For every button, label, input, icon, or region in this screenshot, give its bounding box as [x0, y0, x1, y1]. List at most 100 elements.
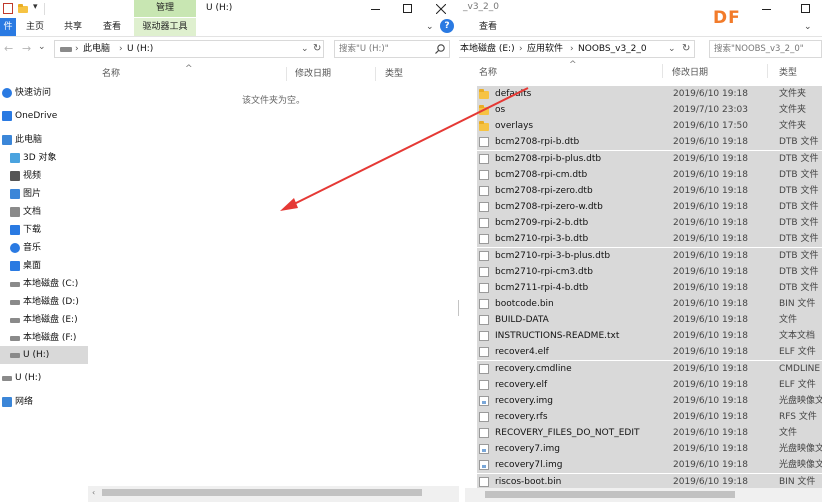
- scrollbar-thumb[interactable]: [485, 491, 735, 498]
- column-divider: [662, 64, 663, 78]
- watermark-logo: DF: [713, 8, 741, 28]
- search-input[interactable]: 搜索"U (H:)": [334, 40, 450, 58]
- scroll-left-icon[interactable]: ‹: [92, 488, 95, 497]
- tab-share[interactable]: 共享: [54, 18, 92, 36]
- column-header-name[interactable]: 名称: [102, 67, 120, 81]
- column-header-date[interactable]: 修改日期: [672, 66, 708, 80]
- maximize-button[interactable]: [789, 0, 822, 18]
- tab-drive-tools[interactable]: 驱动器工具: [134, 18, 196, 36]
- column-divider: [286, 67, 287, 81]
- file-modified-date: 2019/6/10 19:18: [673, 444, 748, 455]
- nav-item[interactable]: 本地磁盘 (C:): [0, 275, 88, 293]
- file-row[interactable]: recovery7l.img 2019/6/10 19:18 光盘映像文: [477, 457, 822, 474]
- file-row[interactable]: BUILD-DATA 2019/6/10 19:18 文件: [477, 312, 822, 329]
- nav-item[interactable]: 网络: [0, 393, 88, 411]
- nav-item[interactable]: 本地磁盘 (E:): [0, 311, 88, 329]
- ribbon-expand-icon[interactable]: ⌄: [426, 22, 434, 32]
- search-input[interactable]: 搜索"NOOBS_v3_2_0": [709, 40, 822, 58]
- refresh-icon[interactable]: ↻: [682, 41, 690, 57]
- file-icon: [479, 169, 489, 180]
- breadcrumb-this-pc[interactable]: 此电脑: [83, 41, 110, 57]
- nav-item[interactable]: 视频: [0, 167, 88, 185]
- file-modified-date: 2019/6/10 19:18: [673, 347, 748, 358]
- file-row[interactable]: bcm2709-rpi-2-b.dtb 2019/6/10 19:18 DTB 文件: [477, 215, 822, 232]
- file-type: BIN 文件: [779, 298, 816, 309]
- file-list-area[interactable]: ^ 名称 修改日期 类型 该文件夹为空。: [88, 64, 459, 486]
- file-row[interactable]: defaults 2019/6/10 19:18 文件夹: [477, 86, 822, 102]
- minimize-button[interactable]: [751, 0, 783, 18]
- file-row[interactable]: bcm2708-rpi-zero-w.dtb 2019/6/10 19:18 DTB…: [477, 199, 822, 216]
- address-bar[interactable]: 本地磁盘 (E:) › 应用软件 › NOOBS_v3_2_0 ⌄ ↻: [459, 40, 695, 58]
- file-row[interactable]: bcm2708-rpi-zero.dtb 2019/6/10 19:18 DTB 文…: [477, 182, 822, 199]
- file-modified-date: 2019/6/10 19:18: [673, 315, 748, 326]
- breadcrumb-noobs[interactable]: NOOBS_v3_2_0: [578, 41, 647, 57]
- back-arrow-icon[interactable]: ←: [4, 42, 13, 55]
- nav-item[interactable]: 文档: [0, 203, 88, 221]
- file-icon: [479, 298, 489, 309]
- file-row[interactable]: recovery.rfs 2019/6/10 19:18 RFS 文件: [477, 409, 822, 425]
- breadcrumb-u-drive[interactable]: U (H:): [127, 41, 153, 57]
- file-row[interactable]: bcm2708-rpi-cm.dtb 2019/6/10 19:18 DTB 文件: [477, 166, 822, 183]
- nav-item[interactable]: 本地磁盘 (D:): [0, 293, 88, 311]
- maximize-button[interactable]: [392, 0, 424, 18]
- column-header-name[interactable]: 名称: [479, 66, 497, 80]
- address-bar[interactable]: › 此电脑 › U (H:) ⌄ ↻: [54, 40, 324, 58]
- nav-item[interactable]: 图片: [0, 185, 88, 203]
- nav-item[interactable]: 下载: [0, 221, 88, 239]
- file-row[interactable]: recovery.cmdline 2019/6/10 19:18 CMDLINE: [477, 360, 822, 377]
- file-row[interactable]: INSTRUCTIONS-README.txt 2019/6/10 19:18 文本…: [477, 328, 822, 345]
- file-type: DTB 文件: [779, 282, 819, 293]
- nav-item[interactable]: 3D 对象: [0, 149, 88, 167]
- tab-home[interactable]: 主页: [16, 18, 54, 36]
- nav-item[interactable]: 桌面: [0, 257, 88, 275]
- horizontal-scrollbar[interactable]: ‹: [88, 486, 459, 502]
- file-row[interactable]: overlays 2019/6/10 17:50 文件夹: [477, 118, 822, 135]
- file-row[interactable]: recover4.elf 2019/6/10 19:18 ELF 文件: [477, 344, 822, 361]
- nav-item[interactable]: 音乐: [0, 239, 88, 257]
- minimize-button[interactable]: [360, 0, 392, 18]
- context-tab-header-manage: 管理: [134, 0, 196, 17]
- file-icon: [479, 379, 489, 390]
- forward-arrow-icon[interactable]: →: [22, 42, 31, 55]
- file-row[interactable]: bcm2711-rpi-4-b.dtb 2019/6/10 19:18 DTB 文件: [477, 279, 822, 296]
- file-type: 文件夹: [779, 89, 807, 99]
- qat-dropdown-icon[interactable]: ▾: [33, 2, 38, 12]
- tab-file[interactable]: 件: [0, 18, 16, 36]
- recent-locations-chevron-icon[interactable]: ⌄: [38, 42, 46, 52]
- file-row[interactable]: RECOVERY_FILES_DO_NOT_EDIT 2019/6/10 19:1…: [477, 425, 822, 442]
- file-row[interactable]: bcm2708-rpi-b.dtb 2019/6/10 19:18 DTB 文件: [477, 134, 822, 151]
- help-icon[interactable]: ?: [440, 19, 454, 33]
- tab-view[interactable]: 查看: [92, 18, 132, 36]
- refresh-icon[interactable]: ↻: [313, 41, 321, 57]
- file-row[interactable]: os 2019/7/10 23:03 文件夹: [477, 102, 822, 119]
- file-row[interactable]: bcm2710-rpi-3-b.dtb 2019/6/10 19:18 DTB 文件: [477, 231, 822, 248]
- file-row[interactable]: recovery.elf 2019/6/10 19:18 ELF 文件: [477, 376, 822, 393]
- ribbon-expand-icon[interactable]: ⌄: [804, 22, 812, 32]
- folder-icon: [479, 105, 489, 116]
- tab-view[interactable]: 查看: [473, 18, 503, 36]
- file-row[interactable]: bcm2710-rpi-3-b-plus.dtb 2019/6/10 19:18 D…: [477, 247, 822, 264]
- file-row[interactable]: recovery7.img 2019/6/10 19:18 光盘映像文: [477, 441, 822, 458]
- column-header-date[interactable]: 修改日期: [295, 67, 331, 81]
- address-dropdown-icon[interactable]: ⌄: [668, 41, 676, 57]
- scrollbar-thumb[interactable]: [102, 489, 422, 496]
- nav-item[interactable]: 此电脑: [0, 131, 88, 149]
- nav-item[interactable]: 快速访问: [0, 84, 88, 102]
- close-button[interactable]: [424, 0, 459, 18]
- search-icon[interactable]: [435, 44, 445, 54]
- file-row[interactable]: bootcode.bin 2019/6/10 19:18 BIN 文件: [477, 295, 822, 312]
- checkbox-icon[interactable]: [3, 3, 13, 14]
- file-row[interactable]: recovery.img 2019/6/10 19:18 光盘映像文: [477, 392, 822, 409]
- nav-item[interactable]: U (H:): [0, 346, 88, 364]
- column-header-type[interactable]: 类型: [779, 66, 797, 80]
- horizontal-scrollbar[interactable]: [465, 488, 822, 502]
- address-dropdown-icon[interactable]: ⌄: [301, 41, 309, 57]
- nav-item[interactable]: 本地磁盘 (F:): [0, 329, 88, 347]
- nav-item[interactable]: U (H:): [0, 369, 88, 387]
- breadcrumb-local-disk-e[interactable]: 本地磁盘 (E:): [460, 41, 515, 57]
- file-row[interactable]: bcm2708-rpi-b-plus.dtb 2019/6/10 19:18 DTB…: [477, 150, 822, 167]
- file-row[interactable]: bcm2710-rpi-cm3.dtb 2019/6/10 19:18 DTB 文件: [477, 263, 822, 280]
- column-header-type[interactable]: 类型: [385, 67, 403, 81]
- breadcrumb-apps[interactable]: 应用软件: [527, 41, 563, 57]
- nav-item[interactable]: OneDrive: [0, 107, 88, 125]
